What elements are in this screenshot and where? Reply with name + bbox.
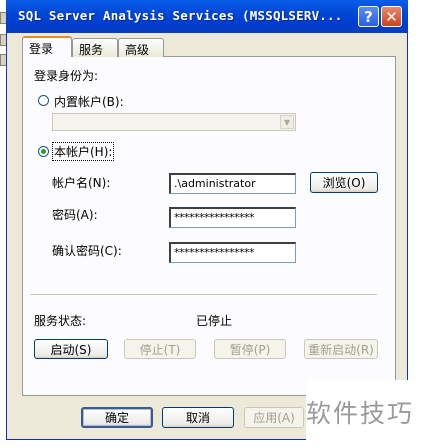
builtin-account-label: 内置帐户(B): bbox=[54, 95, 124, 109]
builtin-account-radio[interactable] bbox=[38, 95, 49, 106]
help-button[interactable]: ? bbox=[358, 6, 379, 27]
start-button[interactable]: 启动(S) bbox=[34, 339, 108, 359]
ok-button[interactable]: 确定 bbox=[81, 407, 153, 428]
this-account-label: 本帐户(H): bbox=[52, 142, 115, 161]
tab-advanced[interactable]: 高级 bbox=[118, 38, 164, 57]
service-status-label: 服务状态: bbox=[34, 314, 87, 328]
confirm-password-label: 确认密码(C): bbox=[52, 244, 122, 258]
account-name-input[interactable]: .\administrator bbox=[169, 173, 296, 194]
account-name-label: 帐户名(N): bbox=[52, 176, 111, 190]
watermark-text: 软件技巧 bbox=[306, 399, 415, 428]
cancel-button[interactable]: 取消 bbox=[162, 407, 234, 428]
apply-button[interactable]: 应用(A) bbox=[244, 407, 304, 428]
section-divider bbox=[30, 294, 377, 296]
chevron-down-icon[interactable]: ▼ bbox=[280, 115, 294, 129]
pause-button[interactable]: 暂停(P) bbox=[214, 339, 286, 359]
confirm-password-input[interactable]: **************** bbox=[169, 242, 296, 263]
browse-button[interactable]: 浏览(O) bbox=[310, 172, 378, 193]
window-title: SQL Server Analysis Services (MSSQLSERV.… bbox=[18, 8, 343, 23]
this-account-radio[interactable] bbox=[38, 146, 49, 157]
close-button[interactable]: ✕ bbox=[381, 6, 402, 27]
restart-button[interactable]: 重新启动(R) bbox=[304, 339, 378, 359]
service-status-value: 已停止 bbox=[196, 314, 233, 328]
password-input[interactable]: **************** bbox=[169, 207, 296, 228]
tab-login[interactable]: 登录 bbox=[22, 36, 72, 57]
login-as-label: 登录身份为: bbox=[34, 69, 99, 83]
tab-service[interactable]: 服务 bbox=[72, 38, 118, 57]
builtin-account-select[interactable]: ▼ bbox=[52, 113, 296, 131]
stop-button[interactable]: 停止(T) bbox=[124, 339, 196, 359]
password-label: 密码(A): bbox=[52, 208, 98, 222]
